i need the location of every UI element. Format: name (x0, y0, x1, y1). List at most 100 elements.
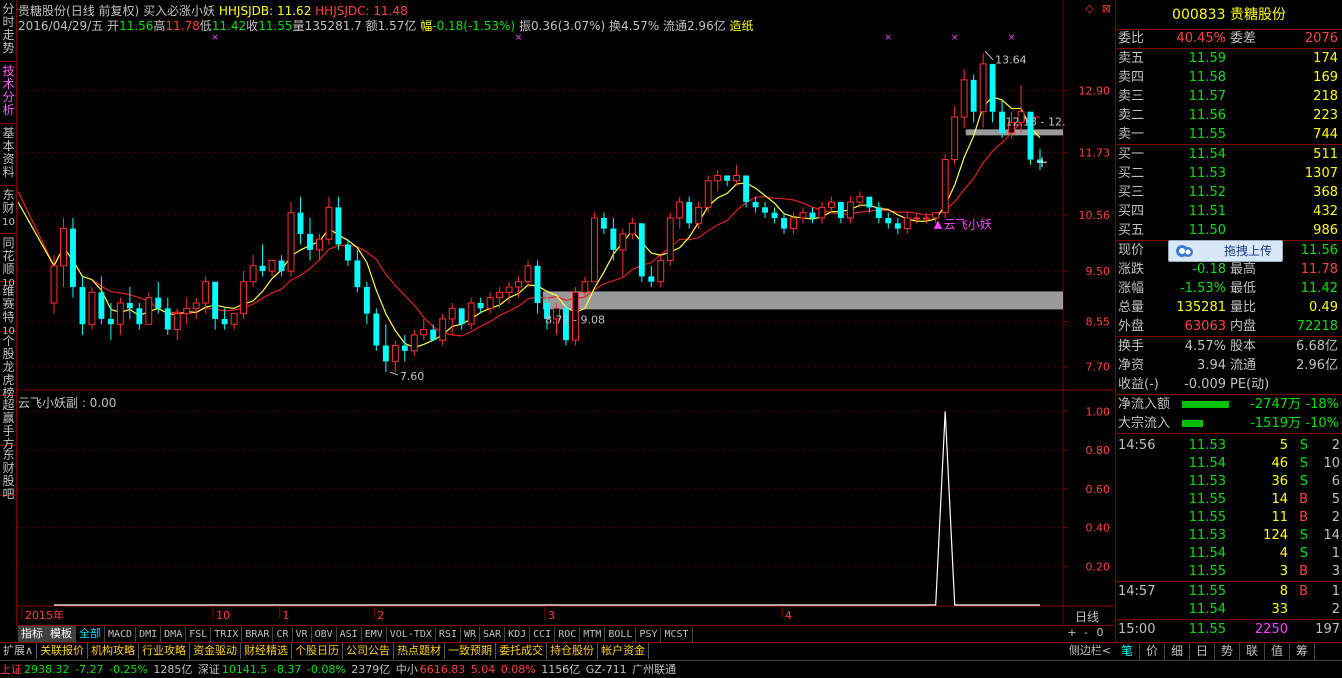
candle-body-up (88, 291, 96, 325)
indicator-tab-2[interactable]: 全部 (76, 626, 105, 642)
right-tab-2[interactable]: 细 (1165, 643, 1190, 660)
kline-chart-area[interactable]: 贵糖股份(日线 前复权) 买入必涨小妖 HHJSJDB: 11.62 HHJSJ… (18, 0, 1115, 625)
indicator-tab-wr16[interactable]: WR (461, 627, 481, 642)
tick-count: 2 (1331, 438, 1340, 453)
func-button-12[interactable]: 帐户资金 (598, 643, 650, 659)
candle-body-up (960, 79, 968, 118)
vtab-label: 个股龙虎榜 (2, 334, 15, 400)
candle-body-down (600, 217, 607, 229)
time-tick-label: 3 (548, 609, 555, 622)
func-button-6[interactable]: 个股日历 (292, 643, 344, 659)
func-button-1[interactable]: 关联报价 (37, 643, 89, 659)
indicator-tab-mcst24[interactable]: MCST (661, 627, 693, 642)
tick-volume: 11 (1271, 510, 1288, 525)
stat2-label: 收益(-) (1118, 377, 1159, 392)
indicator-tab-roc20[interactable]: ROC (555, 627, 581, 642)
indicator-tab-obv11[interactable]: OBV (312, 627, 337, 642)
right-tab-7[interactable]: 筹 (1290, 643, 1315, 660)
zoom-out-button[interactable]: - (1079, 626, 1093, 639)
func-button-0[interactable]: 扩展∧ (0, 643, 38, 659)
stat-label-2: 最高 (1230, 262, 1257, 277)
candle-body-up (391, 344, 399, 362)
candle-body-up (695, 206, 703, 224)
vtab-6[interactable]: 个股龙虎榜 (0, 332, 17, 400)
candle-body-up (704, 180, 712, 208)
candle-body-up (467, 302, 475, 325)
right-tab-6[interactable]: 值 (1265, 643, 1290, 660)
indicator-tab-0[interactable]: 指标 (18, 626, 47, 642)
right-tab-4[interactable]: 势 (1215, 643, 1240, 660)
vtab-5[interactable]: 维赛特 10 (0, 282, 17, 337)
right-tab-3[interactable]: 日 (1190, 643, 1215, 660)
func-button-11[interactable]: 持仓股份 (547, 643, 599, 659)
func-button-7[interactable]: 公司公告 (343, 643, 395, 659)
indicator-tab-vr10[interactable]: VR (293, 627, 312, 642)
right-tab-1[interactable]: 价 (1140, 643, 1165, 660)
candle-body-up (827, 201, 835, 208)
func-button-9[interactable]: 一致预期 (445, 643, 497, 659)
indicator-tab-asi12[interactable]: ASI (337, 627, 362, 642)
right-tab-0[interactable]: 笔 (1115, 643, 1140, 660)
func-button-3[interactable]: 行业攻略 (139, 643, 191, 659)
tick-price: 11.54 (1188, 602, 1226, 617)
candle-body-up (733, 174, 741, 182)
indicator-tab-dmi4[interactable]: DMI (136, 627, 162, 642)
func-button-10[interactable]: 委托成交 (496, 643, 548, 659)
signal-marker: × (515, 33, 523, 43)
indicator-tab-1[interactable]: 模板 (47, 626, 76, 642)
vtab-8[interactable]: 东财股吧 (0, 446, 17, 501)
candle-body-down (430, 329, 437, 341)
indicator-tab-rsi15[interactable]: RSI (436, 627, 461, 642)
indicator-tab-cr9[interactable]: CR (273, 627, 293, 642)
zx-label: 中小 (395, 663, 418, 676)
indicator-tab-cci19[interactable]: CCI (530, 627, 556, 642)
candle-body-down (894, 223, 901, 229)
period-label[interactable]: 日线 (1075, 608, 1099, 625)
candle-body-up (183, 307, 191, 315)
sidebar-toggle-button[interactable]: 侧边栏< (1065, 642, 1115, 659)
indicator-tab-kdj18[interactable]: KDJ (505, 627, 531, 642)
sell-volume: 744 (1313, 127, 1338, 142)
indicator-tab-mtm21[interactable]: MTM (580, 627, 606, 642)
func-button-5[interactable]: 财经精选 (241, 643, 293, 659)
tick-volume: 4 (1279, 546, 1288, 561)
indicator-tab-boll22[interactable]: BOLL (605, 627, 637, 642)
sub-tick-label: 0.60 (1086, 483, 1111, 496)
vtab-label: 东财 (2, 188, 15, 215)
indicator-tab-fsl6[interactable]: FSL (186, 627, 212, 642)
buy-volume: 1307 (1304, 166, 1338, 181)
tick-price: 11.55 (1188, 510, 1226, 525)
candle-body-down (809, 212, 816, 218)
function-bar: 扩展∧ 关联报价 机构攻略 行业攻略 资金驱动 财经精选 个股日历 公司公告 热点题材 一致预期委… (0, 642, 1115, 659)
func-button-8[interactable]: 热点题材 (394, 643, 446, 659)
vtab-3[interactable]: 东财 10 (0, 186, 17, 234)
sell-row: 卖一 11.55 744 (1116, 125, 1342, 144)
indicator-tab-sar17[interactable]: SAR (480, 627, 506, 642)
drag-upload-button[interactable]: 拖拽上传 (1168, 240, 1283, 262)
func-button-4[interactable]: 资金驱动 (190, 643, 242, 659)
vtab-4[interactable]: 同花顺 10 (0, 234, 17, 289)
indicator-tab-dma5[interactable]: DMA (161, 627, 187, 642)
zoom-reset-button[interactable]: 0 (1093, 626, 1107, 639)
indicator-tab-voltdx14[interactable]: VOL-TDX (387, 627, 436, 642)
indicator-tab-trix7[interactable]: TRIX (211, 627, 243, 642)
flow-bar (1182, 420, 1203, 427)
vtab-7[interactable]: 超赢手方 (0, 396, 17, 451)
indicator-tab-macd3[interactable]: MACD (105, 627, 137, 642)
tick-volume: 33 (1271, 602, 1288, 617)
tick-count: 5 (1331, 492, 1340, 507)
buy-label: 买三 (1118, 185, 1145, 200)
indicator-tab-brar8[interactable]: BRAR (242, 627, 274, 642)
indicator-tab-emv13[interactable]: EMV (362, 627, 387, 642)
vtab-0[interactable]: 分时走势 (0, 0, 17, 62)
func-button-2[interactable]: 机构攻略 (88, 643, 140, 659)
zoom-in-button[interactable]: + (1065, 626, 1079, 639)
buy-row: 买二 11.53 1307 (1116, 164, 1342, 183)
right-tab-5[interactable]: 联 (1240, 643, 1265, 660)
candle-body-up (410, 334, 418, 352)
flow-label: 大宗流入 (1118, 416, 1171, 431)
support-zone (543, 291, 1063, 310)
vtab-2[interactable]: 基本资料 (0, 124, 17, 186)
vtab-1[interactable]: 技术分析 (0, 62, 17, 124)
indicator-tab-psy23[interactable]: PSY (636, 627, 662, 642)
